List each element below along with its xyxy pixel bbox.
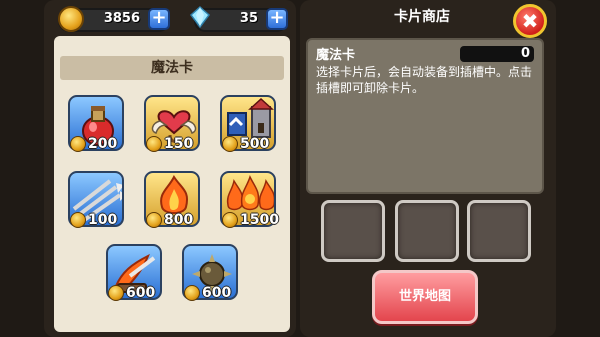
card-price: 600	[184, 284, 231, 302]
card-price: 150	[146, 135, 193, 153]
price-value: 100	[88, 212, 118, 228]
coin-icon	[222, 136, 238, 152]
card-info-box: 魔法卡 0 选择卡片后，会自动装备到插槽中。点击插槽即可卸除卡片。	[306, 38, 544, 194]
card-potion[interactable]: 200	[68, 95, 124, 153]
card-price: 200	[70, 135, 117, 153]
card-fire-sword[interactable]: 600	[106, 244, 162, 302]
magic-card-panel: 魔法卡 200 150 500 100 800 1500 600 600	[54, 36, 290, 332]
coin-icon	[222, 212, 238, 228]
section-title: 魔法卡	[60, 56, 284, 80]
card-slot-3[interactable]	[467, 200, 531, 262]
card-price: 800	[146, 211, 193, 229]
card-fire-bomb[interactable]: 800	[144, 171, 200, 229]
price-value: 800	[164, 212, 194, 228]
info-description: 选择卡片后，会自动装备到插槽中。点击插槽即可卸除卡片。	[316, 65, 533, 95]
card-slot-2[interactable]	[395, 200, 459, 262]
world-map-button[interactable]: 世界地图	[372, 270, 478, 324]
price-value: 500	[240, 136, 270, 152]
add-gold-button[interactable]: +	[148, 8, 170, 30]
coin-icon	[146, 212, 162, 228]
card-arrows[interactable]: 100	[68, 171, 124, 229]
card-count: 0	[460, 46, 534, 62]
gem-icon	[190, 6, 210, 28]
price-value: 200	[88, 136, 118, 152]
price-value: 150	[164, 136, 194, 152]
price-value: 1500	[240, 212, 279, 228]
coin-icon	[146, 136, 162, 152]
price-value: 600	[126, 285, 156, 301]
card-slot-1[interactable]	[321, 200, 385, 262]
coin-icon	[70, 136, 86, 152]
coin-icon	[184, 285, 200, 301]
card-price: 100	[70, 211, 117, 229]
card-castle[interactable]: 500	[220, 95, 276, 153]
gem-amount: 35	[239, 11, 258, 26]
price-value: 600	[202, 285, 232, 301]
shop-title: 卡片商店	[394, 9, 450, 25]
info-title: 魔法卡	[316, 48, 356, 63]
card-winged-heart[interactable]: 150	[144, 95, 200, 153]
card-price: 600	[108, 284, 155, 302]
card-price: 1500	[222, 211, 279, 229]
gold-coin-icon	[58, 6, 84, 32]
card-triple-fire[interactable]: 1500	[220, 171, 279, 229]
add-gems-button[interactable]: +	[266, 8, 288, 30]
card-price: 500	[222, 135, 269, 153]
coin-icon	[70, 212, 86, 228]
card-spiked-ball[interactable]: 600	[182, 244, 238, 302]
coin-icon	[108, 285, 124, 301]
close-button[interactable]: ✖	[513, 4, 547, 38]
gold-amount: 3856	[103, 11, 140, 26]
